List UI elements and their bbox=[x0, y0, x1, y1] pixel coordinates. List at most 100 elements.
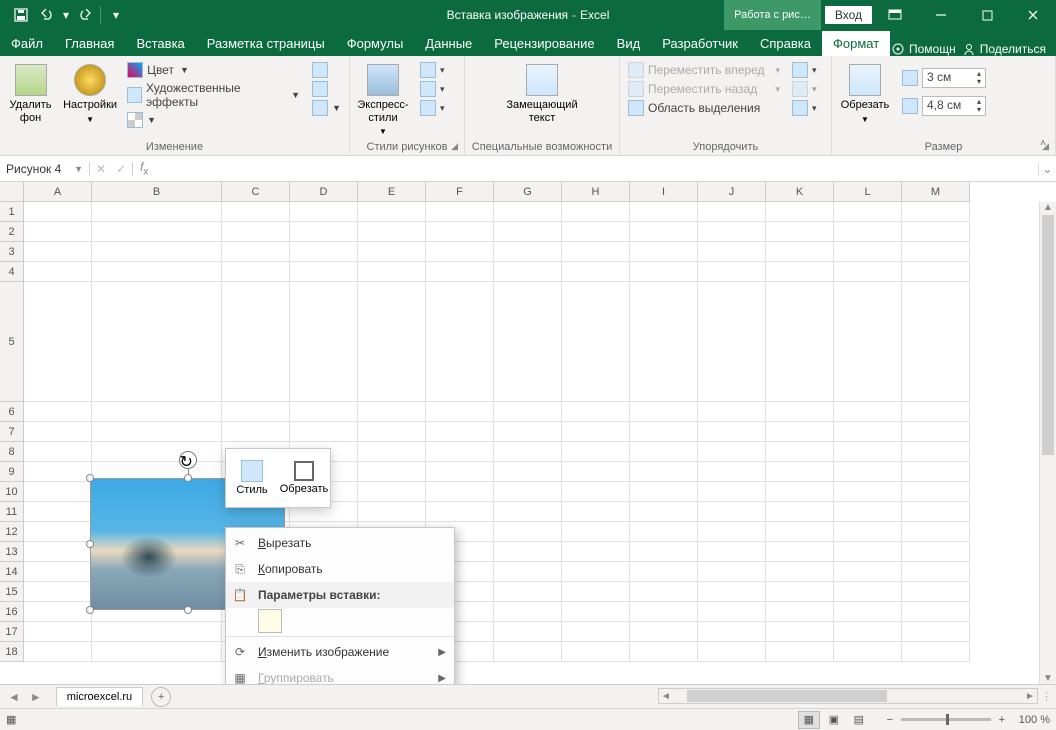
cell[interactable] bbox=[358, 282, 426, 402]
ribbon-options-icon[interactable] bbox=[872, 0, 918, 30]
compress-button[interactable] bbox=[308, 61, 345, 79]
picture-effects-button[interactable]: ▾ bbox=[416, 80, 449, 98]
resize-handle[interactable] bbox=[86, 606, 94, 614]
ctx-change-picture[interactable]: ⟳Изменить изображение▶ bbox=[226, 639, 454, 665]
crop-button[interactable]: Обрезать▼ bbox=[836, 61, 894, 127]
cell[interactable] bbox=[358, 402, 426, 422]
row-header[interactable]: 16 bbox=[0, 602, 24, 622]
cell[interactable] bbox=[562, 502, 630, 522]
cell[interactable] bbox=[698, 522, 766, 542]
cell[interactable] bbox=[902, 522, 970, 542]
cell[interactable] bbox=[426, 442, 494, 462]
record-macro-icon[interactable]: ▦ bbox=[6, 713, 16, 726]
cell[interactable] bbox=[698, 282, 766, 402]
cell[interactable] bbox=[902, 422, 970, 442]
tab-page-layout[interactable]: Разметка страницы bbox=[196, 31, 336, 56]
cell[interactable] bbox=[92, 202, 222, 222]
tab-file[interactable]: Файл bbox=[0, 31, 54, 56]
cell[interactable] bbox=[24, 442, 92, 462]
cell[interactable] bbox=[358, 442, 426, 462]
tab-home[interactable]: Главная bbox=[54, 31, 125, 56]
cell[interactable] bbox=[902, 462, 970, 482]
zoom-in-icon[interactable]: + bbox=[995, 714, 1009, 726]
picture-layout-button[interactable]: ▾ bbox=[416, 99, 449, 117]
cell[interactable] bbox=[698, 262, 766, 282]
cell[interactable] bbox=[902, 222, 970, 242]
zoom-out-icon[interactable]: − bbox=[883, 714, 897, 726]
cell[interactable] bbox=[426, 462, 494, 482]
cell[interactable] bbox=[834, 642, 902, 662]
cell[interactable] bbox=[358, 222, 426, 242]
cell[interactable] bbox=[562, 482, 630, 502]
transparency-button[interactable]: ▼ bbox=[123, 111, 304, 129]
cell[interactable] bbox=[92, 282, 222, 402]
cell[interactable] bbox=[902, 442, 970, 462]
cell[interactable] bbox=[494, 222, 562, 242]
row-header[interactable]: 11 bbox=[0, 502, 24, 522]
cell[interactable] bbox=[834, 622, 902, 642]
cell[interactable] bbox=[494, 582, 562, 602]
cell[interactable] bbox=[494, 422, 562, 442]
cell[interactable] bbox=[766, 502, 834, 522]
cell[interactable] bbox=[902, 602, 970, 622]
cell[interactable] bbox=[902, 242, 970, 262]
cell[interactable] bbox=[766, 402, 834, 422]
cell[interactable] bbox=[358, 482, 426, 502]
column-header[interactable]: L bbox=[834, 182, 902, 202]
cell[interactable] bbox=[562, 422, 630, 442]
cell[interactable] bbox=[562, 622, 630, 642]
cell[interactable] bbox=[494, 482, 562, 502]
cell[interactable] bbox=[290, 422, 358, 442]
cell[interactable] bbox=[630, 202, 698, 222]
cell[interactable] bbox=[562, 402, 630, 422]
picture-border-button[interactable]: ▾ bbox=[416, 61, 449, 79]
cell[interactable] bbox=[562, 202, 630, 222]
maximize-button[interactable] bbox=[964, 0, 1010, 30]
resize-handle[interactable] bbox=[86, 540, 94, 548]
column-header[interactable]: G bbox=[494, 182, 562, 202]
cell[interactable] bbox=[630, 622, 698, 642]
cell[interactable] bbox=[24, 502, 92, 522]
cell[interactable] bbox=[24, 642, 92, 662]
cell[interactable] bbox=[92, 442, 222, 462]
cell[interactable] bbox=[92, 262, 222, 282]
tab-insert[interactable]: Вставка bbox=[125, 31, 195, 56]
cell[interactable] bbox=[222, 282, 290, 402]
cell[interactable] bbox=[222, 222, 290, 242]
cell[interactable] bbox=[698, 502, 766, 522]
resize-handle[interactable] bbox=[184, 606, 192, 614]
resize-handle[interactable] bbox=[86, 474, 94, 482]
change-picture-button[interactable] bbox=[308, 80, 345, 98]
row-header[interactable]: 2 bbox=[0, 222, 24, 242]
cell[interactable] bbox=[834, 282, 902, 402]
rotate-button[interactable]: ▾ bbox=[788, 99, 821, 117]
cell[interactable] bbox=[426, 402, 494, 422]
cell[interactable] bbox=[222, 242, 290, 262]
cell[interactable] bbox=[358, 422, 426, 442]
row-header[interactable]: 17 bbox=[0, 622, 24, 642]
cell[interactable] bbox=[290, 202, 358, 222]
cell[interactable] bbox=[698, 242, 766, 262]
tab-formulas[interactable]: Формулы bbox=[336, 31, 415, 56]
view-page-layout-icon[interactable]: ▣ bbox=[823, 711, 845, 729]
cell[interactable] bbox=[562, 582, 630, 602]
rotate-handle-icon[interactable]: ↻ bbox=[179, 451, 197, 469]
width-field[interactable]: 4,8 см▴▾ bbox=[898, 95, 990, 117]
cell[interactable] bbox=[630, 602, 698, 622]
cell[interactable] bbox=[358, 262, 426, 282]
column-header[interactable]: E bbox=[358, 182, 426, 202]
cell[interactable] bbox=[630, 582, 698, 602]
cell[interactable] bbox=[698, 642, 766, 662]
cell[interactable] bbox=[222, 402, 290, 422]
expand-formula-bar-icon[interactable]: ⌄ bbox=[1038, 162, 1056, 176]
cell[interactable] bbox=[766, 262, 834, 282]
cell[interactable] bbox=[92, 422, 222, 442]
picture-styles-button[interactable]: Экспресс-стили▼ bbox=[354, 61, 412, 139]
horizontal-scrollbar[interactable]: ◄► bbox=[658, 688, 1038, 704]
cell[interactable] bbox=[494, 562, 562, 582]
cell[interactable] bbox=[834, 422, 902, 442]
cell[interactable] bbox=[698, 462, 766, 482]
cell[interactable] bbox=[766, 522, 834, 542]
cell[interactable] bbox=[834, 262, 902, 282]
cell[interactable] bbox=[766, 462, 834, 482]
